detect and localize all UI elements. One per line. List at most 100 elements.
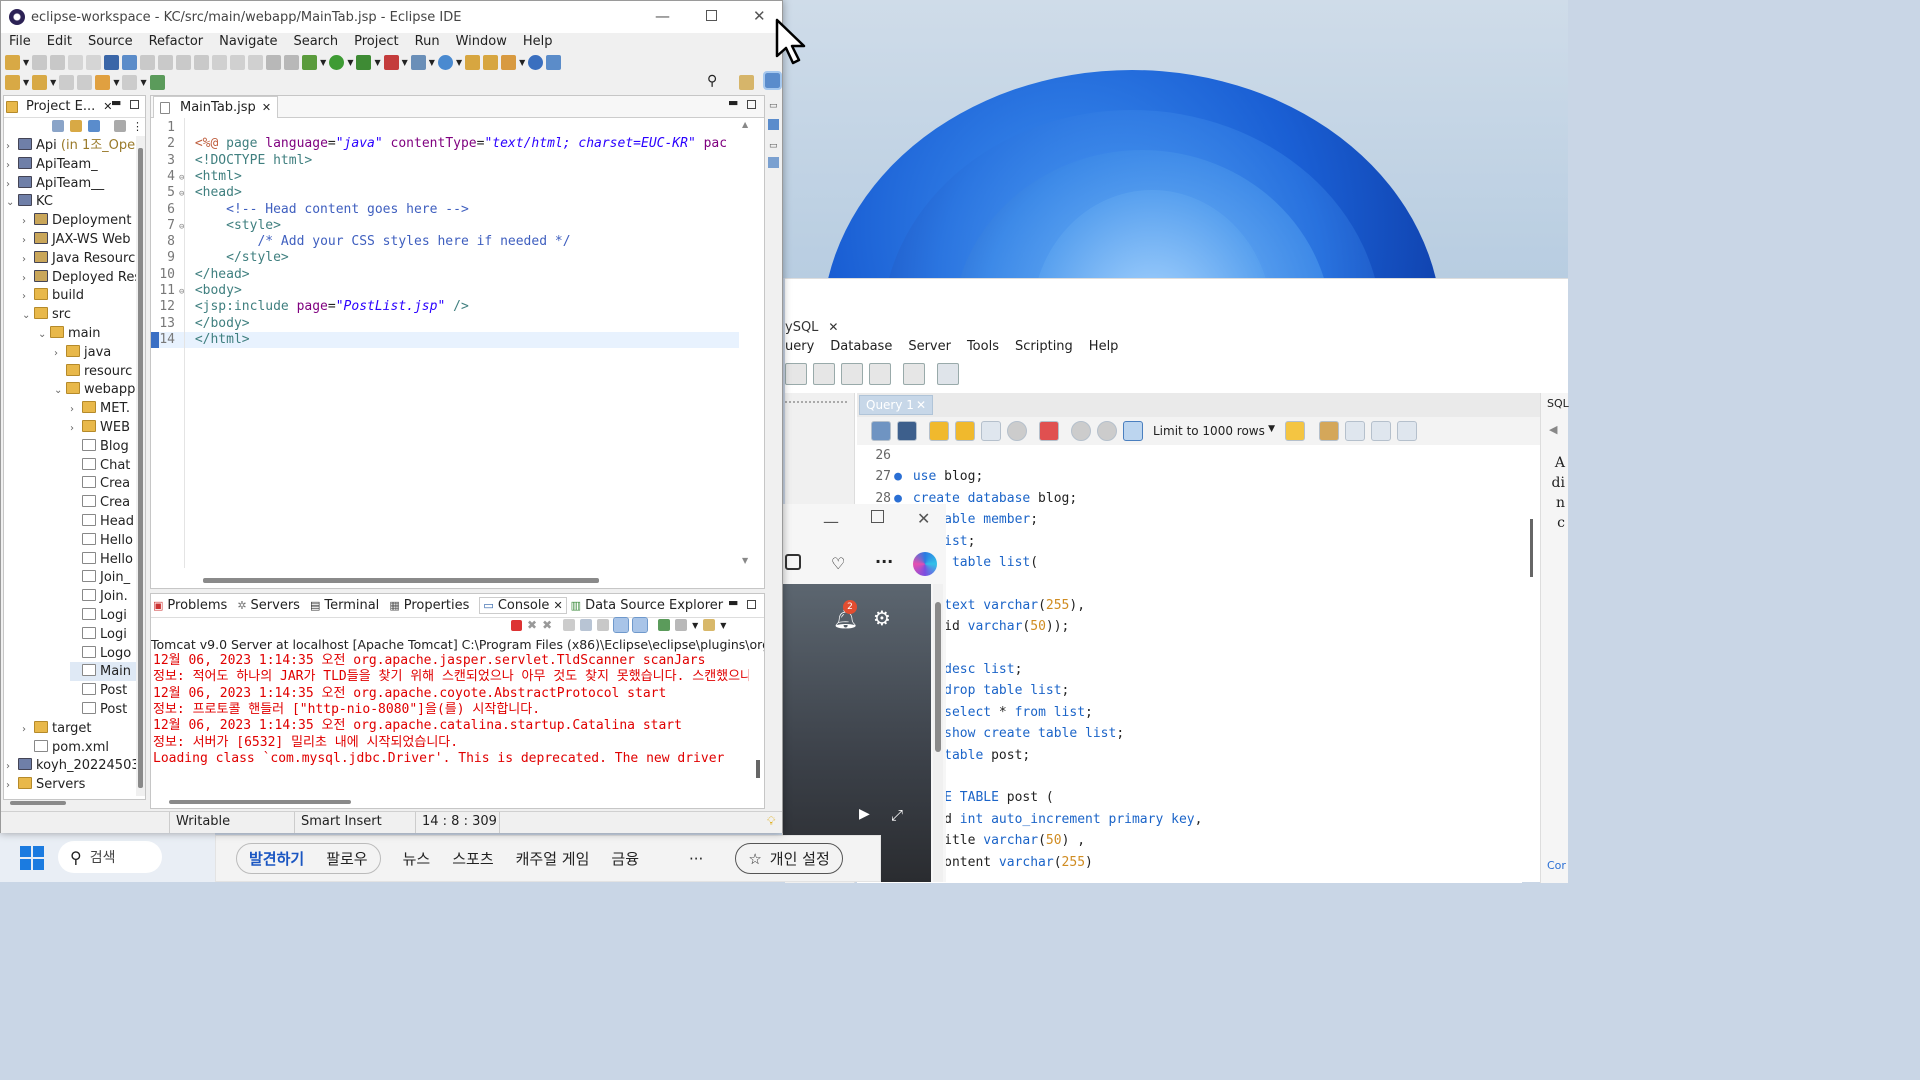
sql-editor[interactable]: 26 27 ● use blog; 28 ● create database blog… [857,445,1522,883]
search-tool-icon[interactable] [501,54,517,70]
search-table-icon[interactable] [903,363,925,385]
workbench-menu-help[interactable]: Help [1081,337,1127,359]
tree-item[interactable]: Blog [70,437,136,456]
status-insert-mode[interactable]: Smart Insert [301,814,382,829]
tab-discover[interactable]: 발견하기 [249,848,304,869]
tree-item[interactable]: ⌄ webapp [54,380,136,399]
tree-item[interactable]: Join_ [70,568,136,587]
clear-console-icon[interactable] [563,619,576,631]
tree-item[interactable]: › koyh_202245039 [6,756,136,775]
step-over-icon[interactable] [230,54,246,70]
tab-servers[interactable]: Servers [251,598,300,613]
maximize-icon[interactable] [747,600,756,609]
menu-run[interactable]: Run [407,33,448,53]
filter-icon[interactable] [88,120,100,132]
minimize-icon[interactable]: ▬ [728,596,738,609]
limit-rows-select[interactable]: Limit to 1000 rows ▼ [1149,424,1279,438]
undo-icon[interactable] [68,54,84,70]
minimize-icon[interactable]: ▬ [111,96,121,109]
tree-item[interactable]: › target [22,719,136,738]
menu-source[interactable]: Source [80,33,141,53]
open-perspective-icon[interactable] [739,75,754,90]
tab-project-explorer[interactable]: Project E... ✕ ▬ [4,96,145,118]
tree-item[interactable]: › build [22,286,136,305]
code-editor[interactable]: 1 2 <%@ page language="java" contentType… [151,118,739,568]
chevron-down-icon[interactable]: ▼ [320,58,326,67]
save-icon[interactable] [897,421,917,441]
tree-item[interactable]: › JAX-WS Web [22,230,136,249]
chevron-right-icon[interactable]: › [6,156,18,174]
maximize-icon[interactable] [871,510,884,523]
chevron-right-icon[interactable]: › [22,250,34,268]
tree-item[interactable]: Post [70,700,136,719]
scroll-lock-icon[interactable] [580,619,593,631]
minimize-icon[interactable]: ▬ [728,96,738,109]
minimize-icon[interactable]: — [823,512,839,531]
menu-edit[interactable]: Edit [39,33,80,53]
browser-scrollbar[interactable] [933,584,943,882]
wrap-icon[interactable] [1397,421,1417,441]
reconnect-icon[interactable] [937,363,959,385]
tab-terminal[interactable]: Terminal [324,598,379,613]
workbench-menu-database[interactable]: Database [822,337,900,359]
rollback-icon[interactable] [1097,421,1117,441]
collapse-all-icon[interactable] [52,120,64,132]
tree-item[interactable]: Head [70,512,136,531]
coverage-icon[interactable] [356,54,372,70]
tree-item[interactable]: › java [54,343,136,362]
chevron-right-icon[interactable]: › [54,344,66,362]
show-stderr-icon[interactable] [632,617,649,633]
chevron-down-icon[interactable]: ▼ [374,58,380,67]
display-console-icon[interactable] [675,619,688,631]
commit-icon[interactable] [1071,421,1091,441]
editor-vscrollbar[interactable]: ▲ ▼ [741,118,753,568]
step-into-icon[interactable] [212,54,228,70]
personalize-button[interactable]: ☆ 개인 설정 [735,843,843,874]
menu-help[interactable]: Help [515,33,561,53]
tree-item[interactable]: Logi [70,606,136,625]
debug-icon[interactable] [302,54,318,70]
previous-annotation-icon[interactable] [32,74,48,90]
tree-item[interactable]: Chat [70,456,136,475]
tree-item[interactable]: › Api (in 1조_Ope [6,136,136,155]
chevron-right-icon[interactable]: › [6,175,18,193]
open-type-icon[interactable] [465,54,481,70]
save-all-icon[interactable] [50,54,66,70]
tree-item[interactable]: › Servers [6,775,136,794]
save-icon[interactable] [32,54,48,70]
chevron-down-icon[interactable]: ▼ [429,58,435,67]
tree-item[interactable]: pom.xml [22,738,136,757]
palette-icon[interactable] [768,157,779,168]
tree-item[interactable]: Crea [70,474,136,493]
disconnect-icon[interactable] [194,54,210,70]
tree-item[interactable]: Logi [70,625,136,644]
workbench-connection-tab[interactable]: ySQL ✕ [785,315,868,339]
focus-icon[interactable] [114,120,126,132]
next-annotation-icon[interactable] [5,74,20,90]
tree-item[interactable]: Post [70,681,136,700]
tab-casual-games[interactable]: 캐주얼 게임 [516,848,590,869]
invisible-chars-icon[interactable] [1371,421,1391,441]
menu-search[interactable]: Search [285,33,346,53]
beautify-icon[interactable] [1319,421,1339,441]
chevron-down-icon[interactable]: ▼ [720,621,726,630]
chevron-down-icon[interactable]: ▼ [23,58,29,67]
collections-icon[interactable] [785,554,801,570]
new-icon[interactable] [5,54,20,70]
query-tab[interactable]: Query 1 ✕ [859,395,933,415]
taskbar-search[interactable]: ⚲ 검색 [58,841,162,873]
play-icon[interactable]: ▶ [859,806,870,822]
tree-item[interactable]: ⌄ KC [6,192,136,211]
chevron-down-icon[interactable]: ⌄ [54,381,66,399]
browser-icon[interactable] [528,54,544,70]
suspend-icon[interactable] [158,54,174,70]
close-icon[interactable]: ✕ [916,398,926,412]
chevron-right-icon[interactable]: › [70,400,82,418]
find-icon[interactable] [1345,421,1365,441]
back-history-icon[interactable] [77,74,93,90]
chevron-down-icon[interactable]: ▼ [402,58,408,67]
maximize-icon[interactable] [130,100,139,109]
tree-item[interactable]: ⌄ src [22,305,136,324]
menu-project[interactable]: Project [346,33,406,53]
link-editor-icon[interactable] [70,120,82,132]
